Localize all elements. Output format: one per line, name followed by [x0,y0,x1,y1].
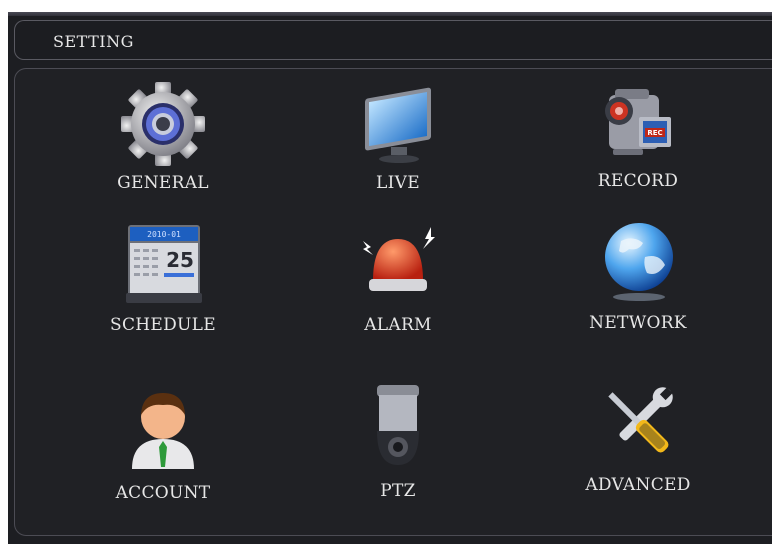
tools-icon [568,377,708,467]
menu-label-account: ACCOUNT [115,483,211,503]
monitor-icon [328,79,468,169]
menu-label-network: NETWORK [589,313,687,333]
calendar-header: 2010-01 [147,230,181,239]
window-title: SETTING [53,32,134,51]
menu-item-live[interactable]: LIVE [328,79,468,209]
menu-item-alarm[interactable]: ALARM [328,219,468,349]
menu-item-general[interactable]: GENERAL [93,79,233,209]
menu-item-record[interactable]: REC RECORD [568,77,708,207]
camcorder-icon: REC [568,77,708,167]
menu-label-ptz: PTZ [380,481,416,501]
title-bar: SETTING [14,20,772,60]
siren-icon [328,219,468,309]
gear-icon [93,79,233,169]
calendar-icon: 2010-01 25 [93,219,233,309]
menu-label-live: LIVE [376,173,420,193]
dome-camera-icon [328,381,468,471]
menu-label-record: RECORD [597,171,679,191]
menu-label-schedule: SCHEDULE [110,315,216,335]
menu-label-alarm: ALARM [364,315,432,335]
menu-item-schedule[interactable]: 2010-01 25 SCHEDULE [93,219,233,349]
menu-item-network[interactable]: NETWORK [568,217,708,347]
menu-label-advanced: ADVANCED [585,475,691,495]
settings-panel: GENERAL LIVE REC RECORD 2010-01 25 SCHED… [14,68,772,536]
menu-item-ptz[interactable]: PTZ [328,381,468,511]
calendar-day: 25 [166,248,194,272]
globe-icon [568,217,708,307]
user-icon [93,383,233,473]
rec-badge: REC [647,129,662,137]
menu-item-account[interactable]: ACCOUNT [93,383,233,513]
menu-label-general: GENERAL [117,173,209,193]
menu-item-advanced[interactable]: ADVANCED [568,377,708,507]
